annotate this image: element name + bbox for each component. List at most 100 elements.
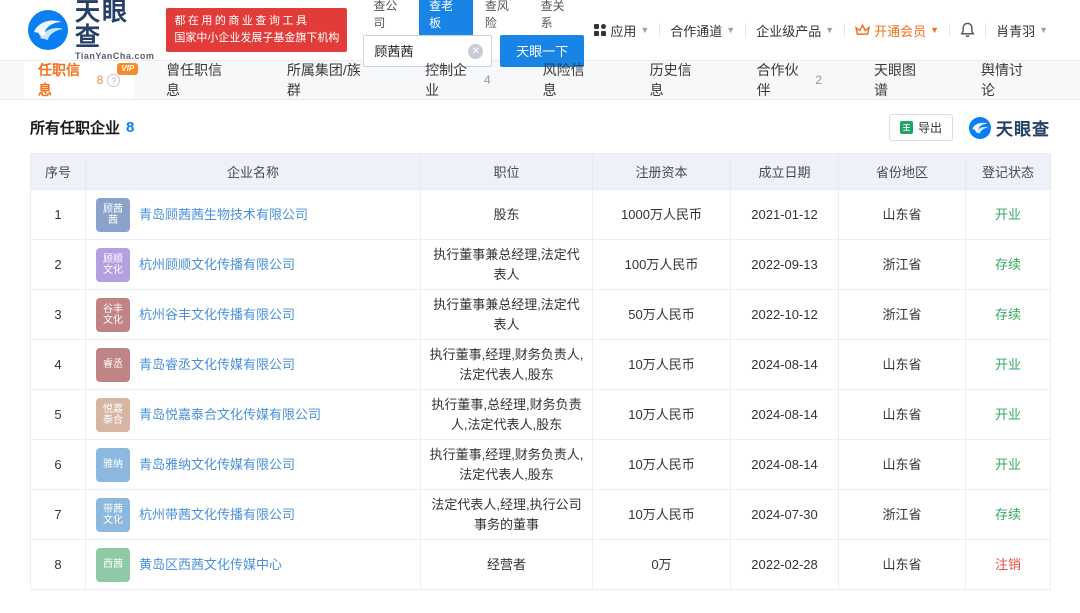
section-count: 8 xyxy=(126,119,134,136)
row-index: 3 xyxy=(31,290,86,340)
capital-cell: 0万 xyxy=(593,540,731,590)
col-date: 成立日期 xyxy=(731,154,839,190)
tianyancha-logo-icon xyxy=(28,10,68,50)
search-tab-risk[interactable]: 查风险 xyxy=(475,0,529,35)
position-cell: 执行董事,总经理,财务负责人,法定代表人,股东 xyxy=(421,390,593,440)
status-badge: 存续 xyxy=(966,240,1051,290)
province-cell: 浙江省 xyxy=(839,240,966,290)
main-content: 所有任职企业 8 导出 天眼查 序号 企业名称 xyxy=(0,100,1080,590)
company-logo-badge: 谷丰文化 xyxy=(96,298,130,332)
watermark-logo: 天眼查 xyxy=(969,115,1050,140)
col-position: 职位 xyxy=(421,154,593,190)
position-cell: 执行董事,经理,财务负责人,法定代表人,股东 xyxy=(421,340,593,390)
position-cell: 股东 xyxy=(421,190,593,240)
status-badge: 存续 xyxy=(966,290,1051,340)
capital-cell: 10万人民币 xyxy=(593,440,731,490)
row-index: 5 xyxy=(31,390,86,440)
row-index: 2 xyxy=(31,240,86,290)
table-row: 2 顾顺文化 杭州顾顺文化传播有限公司 执行董事兼总经理,法定代表人 100万人… xyxy=(31,240,1051,290)
company-link[interactable]: 黄岛区西茜文化传媒中心 xyxy=(139,555,282,575)
table-row: 3 谷丰文化 杭州谷丰文化传播有限公司 执行董事兼总经理,法定代表人 50万人民… xyxy=(31,290,1051,340)
chevron-down-icon: ▼ xyxy=(1039,25,1048,35)
nav-vip-upgrade[interactable]: 开通会员▼ xyxy=(845,21,949,40)
tab-sentiment[interactable]: 舆情讨论 xyxy=(961,61,1056,99)
capital-cell: 100万人民币 xyxy=(593,240,731,290)
nav-enterprise[interactable]: 企业级产品▼ xyxy=(746,21,844,40)
company-link[interactable]: 青岛雅纳文化传媒有限公司 xyxy=(139,455,295,475)
tab-risk[interactable]: 风险信息 xyxy=(523,61,618,99)
capital-cell: 10万人民币 xyxy=(593,340,731,390)
company-logo-badge: 西茜 xyxy=(96,548,130,582)
table-row: 1 顾茜茜 青岛顾茜茜生物技术有限公司 股东 1000万人民币 2021-01-… xyxy=(31,190,1051,240)
search-tab-boss[interactable]: 查老板 xyxy=(419,0,473,35)
table-row: 8 西茜 黄岛区西茜文化传媒中心 经营者 0万 2022-02-28 山东省 注… xyxy=(31,540,1051,590)
date-cell: 2022-02-28 xyxy=(731,540,839,590)
company-logo-badge: 睿丞 xyxy=(96,348,130,382)
company-link[interactable]: 青岛顾茜茜生物技术有限公司 xyxy=(139,205,308,225)
col-company: 企业名称 xyxy=(86,154,421,190)
col-capital: 注册资本 xyxy=(593,154,731,190)
nav-apps[interactable]: 应用▼ xyxy=(584,21,659,40)
company-link[interactable]: 青岛悦嘉泰合文化传媒有限公司 xyxy=(139,405,321,425)
tab-controlled-companies[interactable]: 控制企业4 xyxy=(405,61,510,99)
col-index: 序号 xyxy=(31,154,86,190)
row-index: 1 xyxy=(31,190,86,240)
province-cell: 浙江省 xyxy=(839,490,966,540)
status-badge: 开业 xyxy=(966,390,1051,440)
table-row: 4 睿丞 青岛睿丞文化传媒有限公司 执行董事,经理,财务负责人,法定代表人,股东… xyxy=(31,340,1051,390)
vip-badge: VIP xyxy=(117,63,138,75)
status-badge: 注销 xyxy=(966,540,1051,590)
export-button[interactable]: 导出 xyxy=(889,114,953,141)
top-nav: 应用▼ 合作通道▼ 企业级产品▼ 开通会员▼ 肖青羽 ▼ xyxy=(584,21,1058,40)
status-badge: 存续 xyxy=(966,490,1051,540)
tianyancha-logo[interactable]: 天眼查 TianYanCha.com xyxy=(28,0,154,61)
date-cell: 2024-07-30 xyxy=(731,490,839,540)
date-cell: 2024-08-14 xyxy=(731,440,839,490)
notification-bell[interactable] xyxy=(950,22,985,38)
capital-cell: 1000万人民币 xyxy=(593,190,731,240)
tab-group[interactable]: 所属集团/族群 xyxy=(267,61,393,99)
row-index: 6 xyxy=(31,440,86,490)
position-cell: 执行董事兼总经理,法定代表人 xyxy=(421,290,593,340)
province-cell: 山东省 xyxy=(839,190,966,240)
capital-cell: 10万人民币 xyxy=(593,390,731,440)
promo-banner: 都在用的商业查询工具 国家中小企业发展子基金旗下机构 xyxy=(166,8,347,52)
username: 肖青羽 xyxy=(996,21,1035,40)
user-menu[interactable]: 肖青羽 ▼ xyxy=(986,21,1058,40)
col-status: 登记状态 xyxy=(966,154,1051,190)
date-cell: 2021-01-12 xyxy=(731,190,839,240)
bell-icon xyxy=(960,22,975,38)
section-tabbar: 任职信息8 ? VIP 曾任职信息 所属集团/族群 控制企业4 风险信息 历史信… xyxy=(0,60,1080,100)
table-row: 6 雅纳 青岛雅纳文化传媒有限公司 执行董事,经理,财务负责人,法定代表人,股东… xyxy=(31,440,1051,490)
company-link[interactable]: 杭州顾顺文化传播有限公司 xyxy=(139,255,295,275)
tab-positions[interactable]: 任职信息8 ? VIP xyxy=(24,61,134,99)
table-header-row: 序号 企业名称 职位 注册资本 成立日期 省份地区 登记状态 xyxy=(31,154,1051,190)
status-badge: 开业 xyxy=(966,190,1051,240)
company-link[interactable]: 杭州谷丰文化传播有限公司 xyxy=(139,305,295,325)
chevron-down-icon: ▼ xyxy=(930,25,939,35)
section-title: 所有任职企业 xyxy=(30,117,120,138)
clear-search-icon[interactable]: ✕ xyxy=(468,44,483,59)
tab-graph[interactable]: 天眼图谱 xyxy=(854,61,949,99)
positions-table: 序号 企业名称 职位 注册资本 成立日期 省份地区 登记状态 1 顾茜茜 青岛顾… xyxy=(30,153,1051,590)
position-cell: 执行董事兼总经理,法定代表人 xyxy=(421,240,593,290)
tab-partners[interactable]: 合作伙伴2 xyxy=(737,61,842,99)
top-header: 天眼查 TianYanCha.com 都在用的商业查询工具 国家中小企业发展子基… xyxy=(0,0,1080,60)
status-badge: 开业 xyxy=(966,440,1051,490)
search-tab-relation[interactable]: 查关系 xyxy=(531,0,585,35)
search-area: 查公司 查老板 查风险 查关系 ✕ 天眼一下 xyxy=(363,0,584,67)
province-cell: 山东省 xyxy=(839,540,966,590)
nav-channel[interactable]: 合作通道▼ xyxy=(660,21,745,40)
help-icon[interactable]: ? xyxy=(107,74,120,87)
tab-past-positions[interactable]: 曾任职信息 xyxy=(146,61,255,99)
row-index: 4 xyxy=(31,340,86,390)
company-link[interactable]: 青岛睿丞文化传媒有限公司 xyxy=(139,355,295,375)
company-logo-badge: 悦嘉泰合 xyxy=(96,398,130,432)
table-row: 5 悦嘉泰合 青岛悦嘉泰合文化传媒有限公司 执行董事,总经理,财务负责人,法定代… xyxy=(31,390,1051,440)
company-link[interactable]: 杭州带茜文化传播有限公司 xyxy=(139,505,295,525)
row-index: 8 xyxy=(31,540,86,590)
company-logo-badge: 雅纳 xyxy=(96,448,130,482)
date-cell: 2024-08-14 xyxy=(731,340,839,390)
search-tab-company[interactable]: 查公司 xyxy=(363,0,417,35)
tab-history[interactable]: 历史信息 xyxy=(630,61,725,99)
